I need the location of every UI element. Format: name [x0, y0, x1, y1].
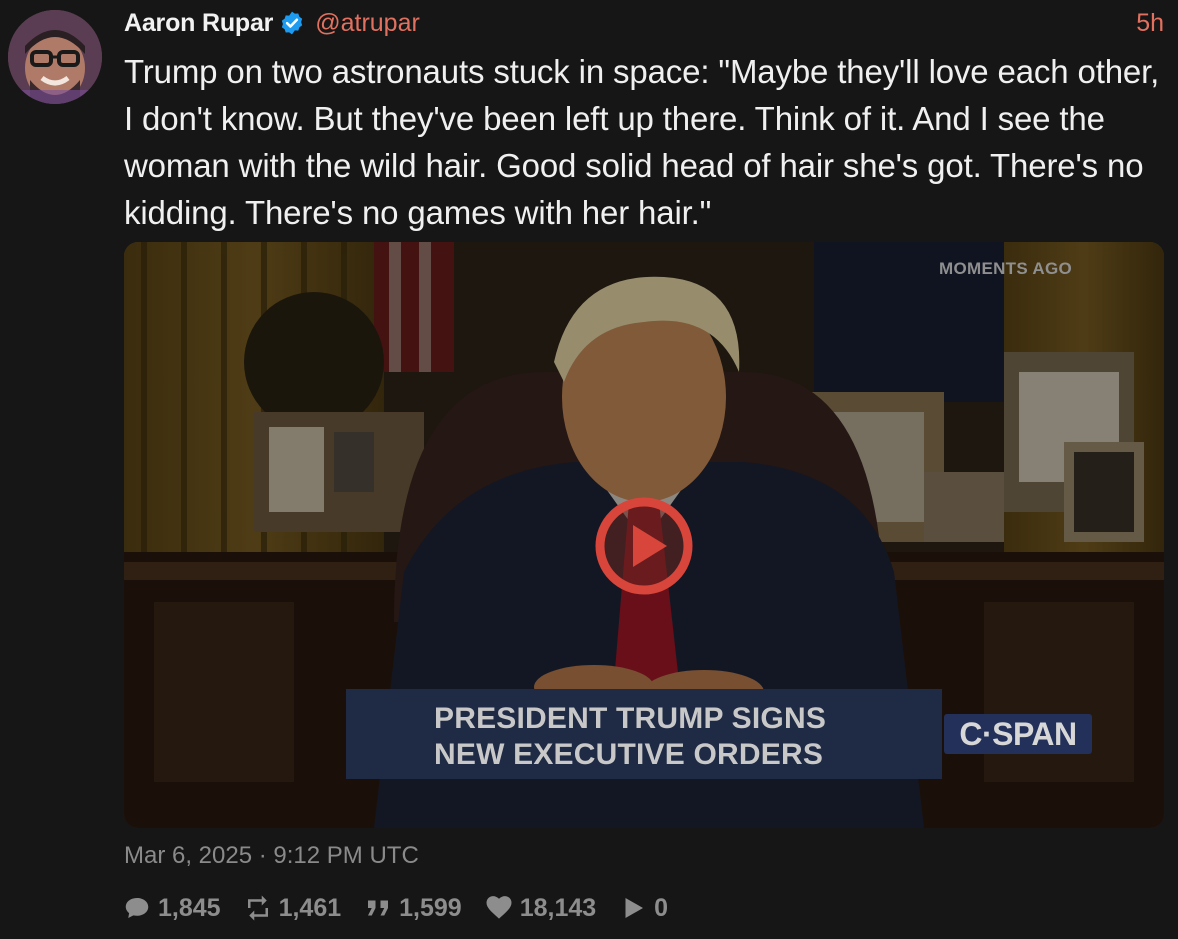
like-count: 18,143 — [519, 893, 597, 922]
moments-ago-label: MOMENTS AGO — [939, 259, 1072, 278]
news-chyron: PRESIDENT TRUMP SIGNS NEW EXECUTIVE ORDE… — [346, 689, 942, 779]
engagement-stats: 1,845 1,461 1,599 18,143 0 — [122, 890, 690, 926]
author-handle[interactable]: @atrupar — [315, 9, 420, 38]
play-icon — [595, 497, 693, 595]
retweet-icon — [247, 895, 268, 921]
view-count: 0 — [654, 893, 669, 922]
post-timestamp[interactable]: Mar 6, 2025 · 9:12 PM UTC — [124, 842, 419, 870]
chyron-line-2: NEW EXECUTIVE ORDERS — [434, 738, 824, 771]
like-stat[interactable]: 18,143 — [484, 893, 596, 923]
verified-badge-icon — [279, 10, 305, 36]
retweet-stat[interactable]: 1,461 — [243, 893, 342, 923]
avatar[interactable] — [8, 10, 102, 104]
tweet-header: Aaron Rupar @atrupar 5h — [124, 6, 1164, 40]
tweet-text: Trump on two astronauts stuck in space: … — [124, 53, 1160, 231]
network-logo: C·SPAN — [944, 714, 1092, 754]
tweet-card: Aaron Rupar @atrupar 5h Trump on two ast… — [0, 0, 1178, 939]
chyron-line-1: PRESIDENT TRUMP SIGNS — [434, 702, 827, 735]
author-name[interactable]: Aaron Rupar — [124, 9, 273, 38]
quote-count: 1,599 — [399, 893, 462, 922]
retweet-count: 1,461 — [278, 893, 342, 922]
play-button[interactable] — [594, 496, 694, 596]
quote-stat[interactable]: 1,599 — [363, 893, 462, 923]
relative-time[interactable]: 5h — [1136, 9, 1164, 38]
views-stat[interactable]: 0 — [618, 893, 668, 923]
reply-count: 1,845 — [158, 893, 221, 922]
video-player[interactable]: MOMENTS AGO PRESIDENT TRUMP SIGNS NEW EX… — [124, 242, 1164, 828]
comment-icon — [125, 898, 149, 918]
play-count-icon — [625, 898, 644, 918]
quote-icon — [368, 900, 389, 916]
heart-icon — [486, 896, 512, 919]
avatar-image — [8, 10, 102, 104]
reply-stat[interactable]: 1,845 — [122, 893, 221, 923]
